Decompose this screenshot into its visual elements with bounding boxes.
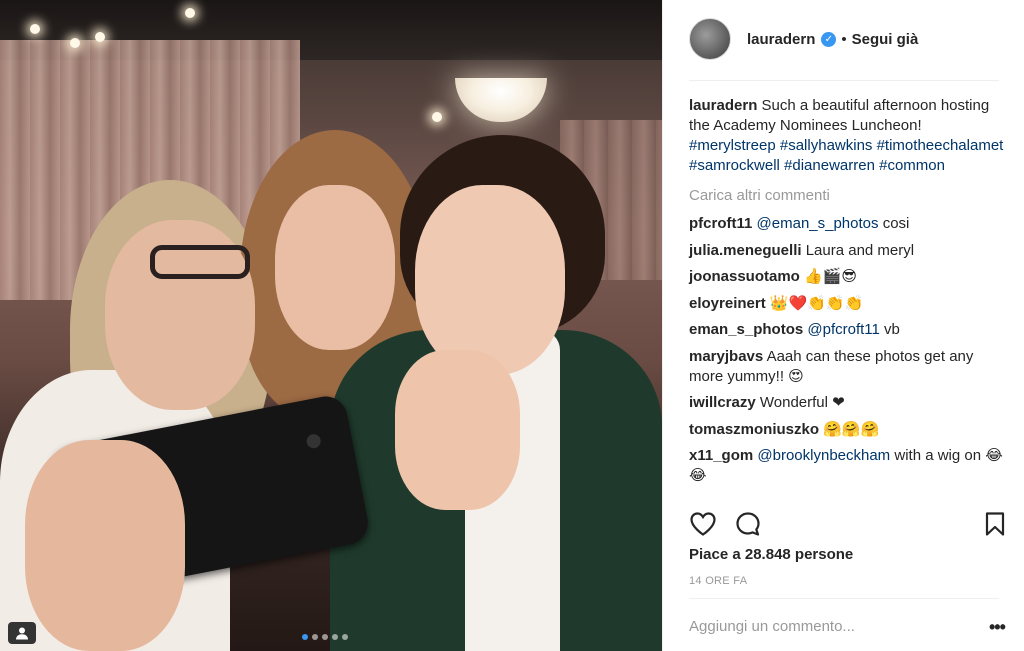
divider [689, 598, 999, 599]
comment-mention[interactable]: @eman_s_photos [757, 215, 879, 232]
comment-username[interactable]: pfcroft11 [689, 215, 752, 232]
hashtag-link[interactable]: #samrockwell [689, 157, 780, 174]
comment-text: cosi [882, 215, 910, 232]
comment-username[interactable]: eloyreinert [689, 295, 766, 312]
photo-person-right-face [415, 185, 565, 375]
comment-username[interactable]: eman_s_photos [689, 321, 803, 338]
comment: eloyreinert 👑❤️👏👏👏 [689, 294, 1009, 314]
photo-light [95, 32, 105, 42]
comment: julia.meneguelli Laura and meryl [689, 241, 1009, 261]
comment-text: 🤗🤗🤗 [823, 420, 880, 438]
hashtag-link[interactable]: #common [879, 157, 945, 174]
heart-icon[interactable] [689, 510, 717, 538]
carousel-dot[interactable] [312, 634, 318, 640]
comment-text: 👑❤️👏👏👏 [769, 294, 864, 312]
comment-text: vb [884, 321, 900, 338]
photo-light [185, 8, 195, 18]
photo-glasses [150, 245, 250, 279]
user-tag-button[interactable] [8, 622, 36, 644]
hashtag-link[interactable]: #dianewarren [784, 157, 875, 174]
hashtag-link[interactable]: #merylstreep [689, 137, 776, 154]
comment: eman_s_photos @pfcroft11 vb [689, 320, 1009, 340]
verified-badge-icon: ✓ [821, 31, 837, 47]
carousel-dot[interactable] [342, 634, 348, 640]
comment-icon[interactable] [734, 510, 762, 538]
comment-username[interactable]: x11_gom [689, 447, 753, 464]
comment-text: 👍🎬😎 [804, 268, 858, 285]
follow-button[interactable]: Segui già [852, 31, 919, 48]
comment-username[interactable]: julia.meneguelli [689, 242, 802, 259]
photo-chandelier [455, 78, 547, 122]
hashtag-link[interactable]: #timotheechalamet [877, 137, 1004, 154]
post-header: lauradern ✓ • Segui già [689, 17, 999, 61]
comment: pfcroft11 @eman_s_photos cosi [689, 214, 1009, 234]
user-tag-icon [16, 627, 28, 640]
carousel-indicator [302, 634, 348, 640]
comment: tomaszmoniuszko 🤗🤗🤗 [689, 420, 1009, 440]
photo-phone-camera [305, 433, 322, 450]
carousel-dot[interactable] [322, 634, 328, 640]
divider [689, 80, 999, 81]
add-comment-input[interactable] [689, 618, 969, 635]
header-separator: • [841, 30, 847, 48]
caption: lauradern Such a beautiful afternoon hos… [689, 96, 1009, 176]
more-options-button[interactable]: ••• [989, 618, 1006, 636]
comment-username[interactable]: tomaszmoniuszko [689, 421, 819, 438]
avatar[interactable] [689, 18, 731, 60]
photo-peace-hand [395, 350, 520, 510]
photo-light [30, 24, 40, 34]
comment-mention[interactable]: @brooklynbeckham [757, 447, 890, 464]
post-username[interactable]: lauradern [747, 31, 815, 48]
comment: joonassuotamo 👍🎬😎 [689, 267, 1009, 287]
comment-mention[interactable]: @pfcroft11 [807, 321, 879, 338]
comments-list: lauradern Such a beautiful afternoon hos… [689, 96, 1009, 493]
caption-username[interactable]: lauradern [689, 97, 757, 114]
carousel-dot[interactable] [332, 634, 338, 640]
post-photo[interactable] [0, 0, 662, 651]
photo-light [70, 38, 80, 48]
hashtag-link[interactable]: #sallyhawkins [780, 137, 873, 154]
likes-count[interactable]: Piace a 28.848 persone [689, 546, 853, 563]
comment-text: Wonderful ❤ [759, 394, 845, 411]
post-timestamp[interactable]: 14 ORE FA [689, 575, 747, 587]
comment: x11_gom @brooklynbeckham with a wig on 😂… [689, 446, 1009, 486]
comment-username[interactable]: maryjbavs [689, 348, 763, 365]
comment-username[interactable]: joonassuotamo [689, 268, 800, 285]
photo-light [432, 112, 442, 122]
post-side-panel: lauradern ✓ • Segui già lauradern Such a… [662, 0, 1024, 651]
load-more-comments-button[interactable]: Carica altri commenti [689, 186, 1009, 206]
post-actions [689, 510, 1005, 538]
bookmark-icon[interactable] [981, 510, 1009, 538]
comment-username[interactable]: iwillcrazy [689, 394, 756, 411]
photo-hand [25, 440, 185, 651]
carousel-dot-active[interactable] [302, 634, 308, 640]
comment: maryjbavs Aaah can these photos get any … [689, 347, 1009, 387]
comment: iwillcrazy Wonderful ❤ [689, 393, 1009, 413]
photo-person-middle-face [275, 185, 395, 350]
comment-text: Laura and meryl [805, 241, 915, 259]
